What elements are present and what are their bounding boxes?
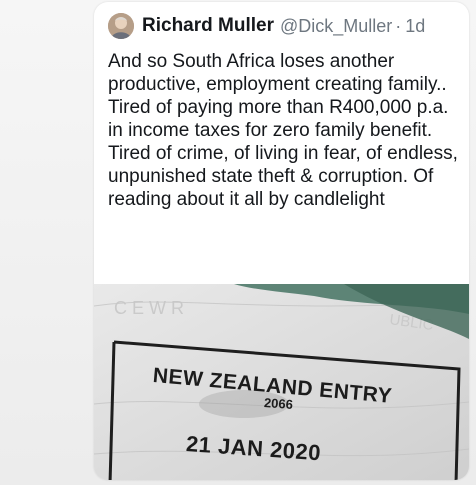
tweet-timestamp[interactable]: 1d — [405, 16, 425, 37]
author-handle[interactable]: @Dick_Muller — [280, 16, 392, 37]
tweet-text: And so South Africa loses another produc… — [108, 51, 458, 210]
author-name[interactable]: Richard Muller — [142, 15, 274, 37]
tweet-card[interactable]: Richard Muller @Dick_Muller · 1d And so … — [94, 2, 469, 480]
svg-text:C E W R: C E W R — [114, 298, 184, 318]
tweet-photo[interactable]: C E W R UBLIC NEW ZEALAND ENTRY 2066 21 … — [94, 284, 469, 480]
tweet-header: Richard Muller @Dick_Muller · 1d — [108, 12, 425, 40]
separator-dot: · — [395, 15, 402, 36]
avatar-image — [108, 13, 134, 39]
avatar[interactable] — [108, 13, 134, 39]
stamp-code: 2066 — [263, 395, 294, 412]
screenshot-frame: Richard Muller @Dick_Muller · 1d And so … — [0, 0, 476, 485]
